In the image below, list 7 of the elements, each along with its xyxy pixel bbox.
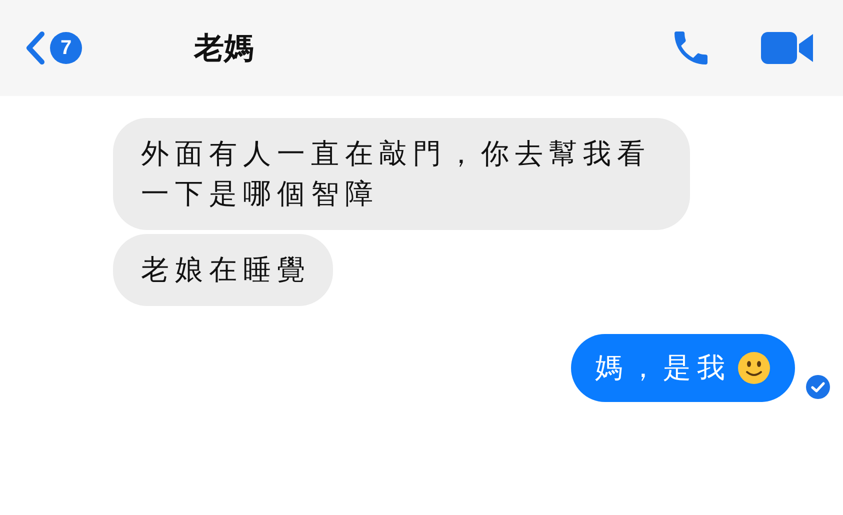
received-message: 外面有人一直在敲門，你去幫我看一下是哪個智障: [113, 118, 690, 230]
message-text: 媽，是我: [595, 350, 731, 386]
unread-count-badge: 7: [50, 32, 82, 64]
back-button[interactable]: 7: [24, 30, 82, 66]
received-message: 老娘在睡覺: [113, 234, 333, 306]
back-chevron-icon: [24, 30, 46, 66]
contact-name: 老媽: [194, 30, 255, 68]
